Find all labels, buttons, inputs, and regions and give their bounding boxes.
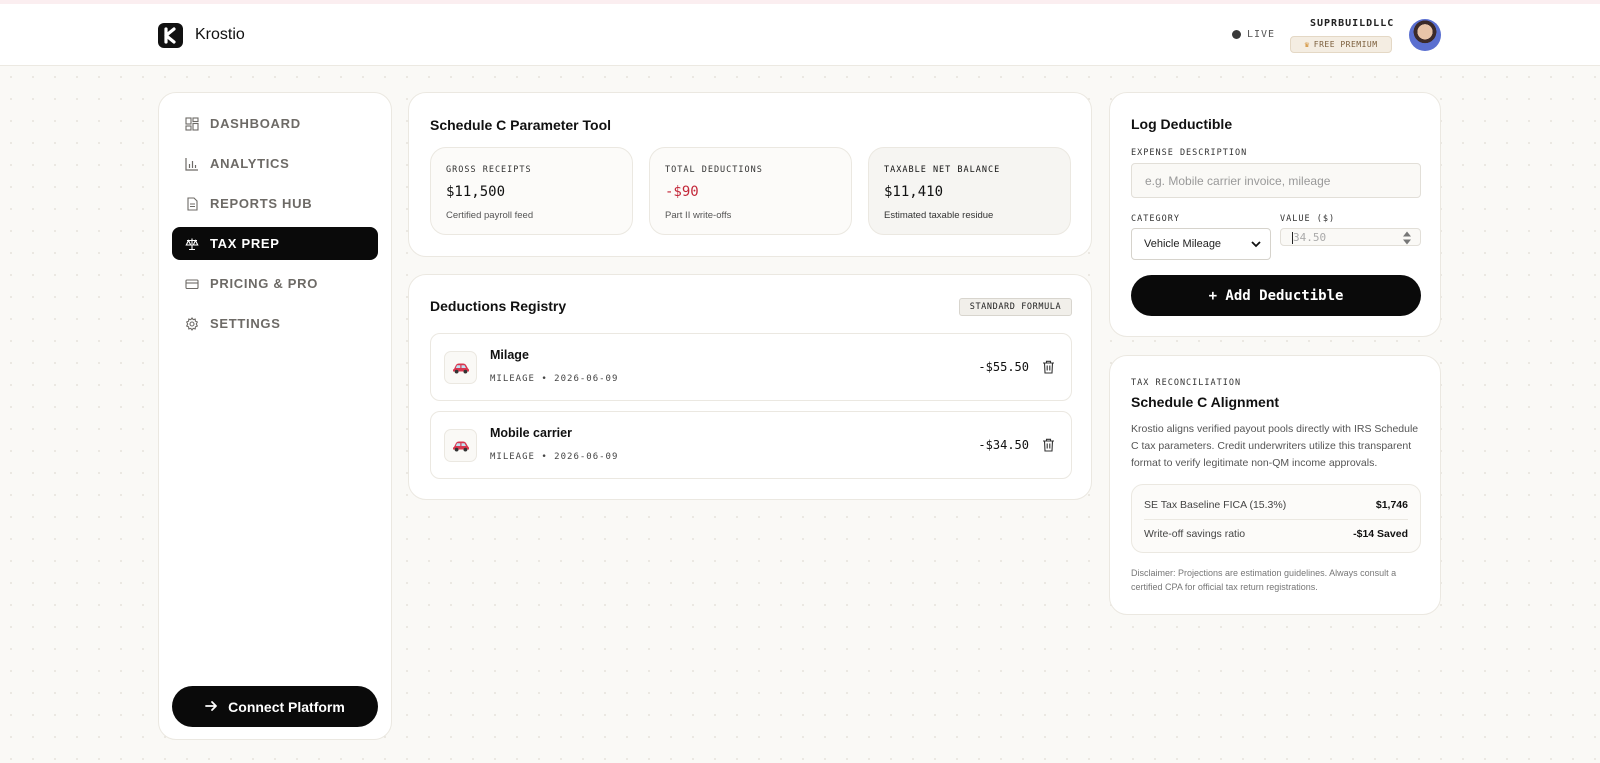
document-icon [185,196,199,211]
car-icon [444,429,477,462]
deduction-meta: MILEAGE • 2026-06-09 [490,452,619,462]
krostio-logo-icon[interactable] [158,23,183,48]
delete-deduction-button[interactable] [1042,438,1055,452]
stat-label: GROSS RECEIPTS [446,165,532,175]
sidebar-item-analytics[interactable]: ANALYTICS [172,147,378,180]
live-dot-icon [1232,30,1241,39]
stat-total-deductions: TOTAL DEDUCTIONS -$90 Part II write-offs [649,147,852,235]
deduction-row: Mobile carrier MILEAGE • 2026-06-09 -$34… [430,411,1072,479]
schedule-c-title: Schedule C Parameter Tool [430,117,612,133]
plan-badge-label: FREE PREMIUM [1313,40,1378,49]
reconciliation-description: Krostio aligns verified payout pools dir… [1131,423,1419,469]
stat-subtitle: Certified payroll feed [446,210,534,221]
sidebar-item-label: TAX PREP [210,236,280,251]
category-select[interactable]: Vehicle Mileage [1131,228,1271,260]
deduction-title: Mobile carrier [490,426,572,440]
bar-chart-icon [185,157,199,171]
sidebar-item-label: SETTINGS [210,316,281,331]
stat-subtitle: Estimated taxable residue [884,210,994,221]
log-deductible-card: Log Deductible EXPENSE DESCRIPTION e.g. … [1109,92,1441,337]
delete-deduction-button[interactable] [1042,360,1055,374]
connect-platform-label: Connect Platform [228,698,345,715]
gear-icon [185,316,199,331]
account-username: SUPRBUILDLLC [1310,18,1395,29]
tax-summary-row: SE Tax Baseline FICA (15.3%) $1,746 [1144,491,1408,519]
user-avatar[interactable] [1409,19,1441,51]
credit-card-icon [185,277,199,291]
sidebar-item-tax-prep[interactable]: TAX PREP [172,227,378,260]
sidebar-item-reports-hub[interactable]: REPORTS HUB [172,187,378,220]
deduction-meta: MILEAGE • 2026-06-09 [490,374,619,384]
stat-value: -$90 [665,184,699,200]
stat-value: $11,500 [446,184,506,200]
standard-formula-badge: STANDARD FORMULA [959,298,1072,316]
expense-description-label: EXPENSE DESCRIPTION [1131,148,1248,158]
top-header: Krostio LIVE SUPRBUILDLLC ♛ FREE PREMIUM [0,4,1600,66]
tax-summary-label: Write-off savings ratio [1144,528,1246,540]
deductions-registry-card: Deductions Registry STANDARD FORMULA Mil… [408,274,1092,500]
tax-reconciliation-card: TAX RECONCILIATION Schedule C Alignment … [1109,355,1441,615]
category-label: CATEGORY [1131,214,1180,224]
tax-summary-label: SE Tax Baseline FICA (15.3%) [1144,499,1287,511]
tax-summary-table: SE Tax Baseline FICA (15.3%) $1,746 Writ… [1131,484,1421,553]
sidebar-item-dashboard[interactable]: DASHBOARD [172,107,378,140]
scale-icon [185,237,199,251]
crown-icon: ♛ [1304,40,1310,49]
car-icon [444,351,477,384]
schedule-c-alignment-title: Schedule C Alignment [1131,394,1280,410]
live-label: LIVE [1247,29,1276,40]
value-input[interactable]: 34.50 [1280,228,1421,246]
sidebar-item-label: PRICING & PRO [210,276,319,291]
brand-name: Krostio [195,26,245,43]
sidebar-item-label: ANALYTICS [210,156,290,171]
sidebar-item-settings[interactable]: SETTINGS [172,307,378,340]
stat-taxable-net-balance: TAXABLE NET BALANCE $11,410 Estimated ta… [868,147,1071,235]
stat-gross-receipts: GROSS RECEIPTS $11,500 Certified payroll… [430,147,633,235]
chevron-down-icon [1251,241,1261,248]
expense-description-input[interactable]: e.g. Mobile carrier invoice, mileage [1131,163,1421,198]
trash-icon [1043,360,1054,374]
tax-summary-value: -$14 Saved [1353,528,1408,540]
deduction-amount: -$55.50 [978,360,1029,374]
tax-summary-row: Write-off savings ratio -$14 Saved [1144,520,1408,548]
tax-reconciliation-overline: TAX RECONCILIATION [1131,378,1242,388]
stat-label: TOTAL DEDUCTIONS [665,165,763,175]
value-label: VALUE ($) [1280,214,1336,224]
dashboard-icon [185,116,199,131]
trash-icon [1043,438,1054,452]
category-selected-value: Vehicle Mileage [1144,238,1222,250]
stat-label: TAXABLE NET BALANCE [884,165,1001,175]
schedule-c-card: Schedule C Parameter Tool GROSS RECEIPTS… [408,92,1092,257]
add-deductible-button[interactable]: + Add Deductible [1131,275,1421,316]
stat-value: $11,410 [884,184,944,200]
connect-platform-button[interactable]: Connect Platform [172,686,378,727]
arrow-right-icon [205,699,218,715]
deduction-amount: -$34.50 [978,438,1029,452]
sidebar-item-pricing[interactable]: PRICING & PRO [172,267,378,300]
live-status: LIVE [1232,29,1275,40]
plan-badge: ♛ FREE PREMIUM [1290,36,1392,53]
stat-subtitle: Part II write-offs [665,210,732,221]
sidebar-item-label: REPORTS HUB [210,196,313,211]
disclaimer-text: Disclaimer: Projections are estimation g… [1131,568,1397,592]
text-caret [1292,232,1293,244]
deduction-row: Milage MILEAGE • 2026-06-09 -$55.50 [430,333,1072,401]
log-deductible-title: Log Deductible [1131,116,1233,132]
deduction-title: Milage [490,348,529,362]
number-spinner-icon[interactable] [1402,230,1412,246]
sidebar: DASHBOARD ANALYTICS REPORTS HUB TAX PREP… [158,92,392,740]
value-placeholder: 34.50 [1293,230,1327,244]
tax-summary-value: $1,746 [1375,499,1408,511]
sidebar-item-label: DASHBOARD [210,116,301,131]
registry-title: Deductions Registry [430,298,567,314]
